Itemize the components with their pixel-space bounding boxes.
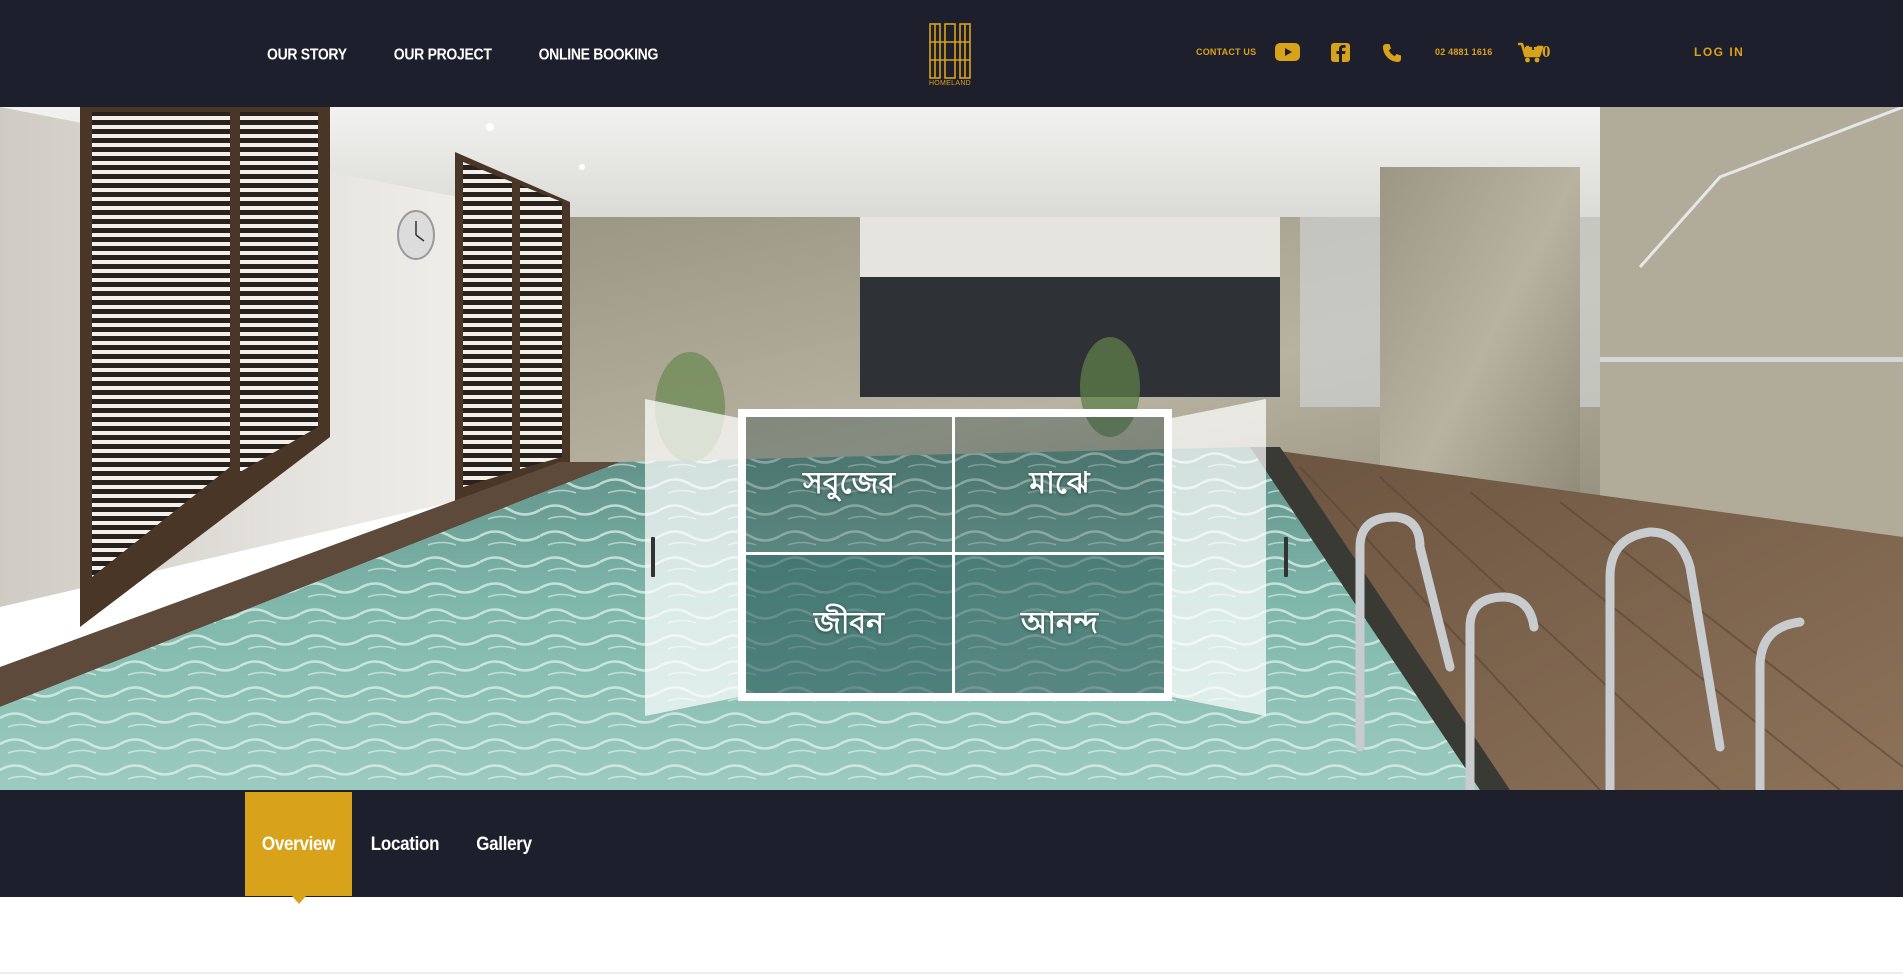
logo-text: HOMELAND — [928, 80, 972, 87]
main-nav: OUR STORY OUR PROJECT ONLINE BOOKING — [267, 0, 658, 107]
slogan-word-3: জীবন — [746, 555, 955, 693]
tab-location[interactable]: Location — [370, 792, 440, 896]
phone-number[interactable]: 02 4881 1616 — [1435, 47, 1492, 57]
site-header: OUR STORY OUR PROJECT ONLINE BOOKING HOM… — [0, 0, 1903, 107]
phone-icon[interactable] — [1382, 43, 1402, 63]
tab-gallery[interactable]: Gallery — [476, 792, 532, 896]
cart-count: 0 — [1542, 42, 1551, 61]
slogan-word-1: সবুজের — [746, 417, 955, 555]
slogan-word-2: মাঝে — [955, 417, 1164, 555]
tab-gallery-label: Gallery — [476, 832, 532, 855]
facebook-icon[interactable] — [1331, 43, 1350, 62]
login-link[interactable]: LOG IN — [1694, 45, 1744, 59]
slogan-frame: সবুজের মাঝে জীবন আনন্দ — [738, 409, 1172, 701]
slider-next-panel[interactable] — [1172, 399, 1266, 716]
slogan-word-4: আনন্দ — [955, 555, 1164, 693]
tab-location-label: Location — [370, 832, 440, 855]
slider-next-handle[interactable] — [1284, 537, 1288, 577]
project-tabs: Overview Location Gallery — [0, 790, 1903, 904]
hero-banner: সবুজের মাঝে জীবন আনন্দ — [0, 107, 1903, 790]
content-divider — [0, 972, 1903, 974]
nav-online-booking[interactable]: ONLINE BOOKING — [539, 44, 659, 62]
tab-overview-label: Overview — [261, 832, 336, 855]
youtube-icon[interactable] — [1275, 43, 1300, 61]
slider-prev-handle[interactable] — [651, 537, 655, 577]
nav-our-story[interactable]: OUR STORY — [267, 44, 347, 62]
nav-our-project[interactable]: OUR PROJECT — [394, 44, 492, 62]
tab-overview[interactable]: Overview — [245, 792, 352, 904]
slider-prev-panel[interactable] — [645, 399, 739, 716]
cart-icon[interactable] — [1518, 42, 1544, 63]
contact-us-link[interactable]: CONTACT US — [1196, 47, 1256, 57]
